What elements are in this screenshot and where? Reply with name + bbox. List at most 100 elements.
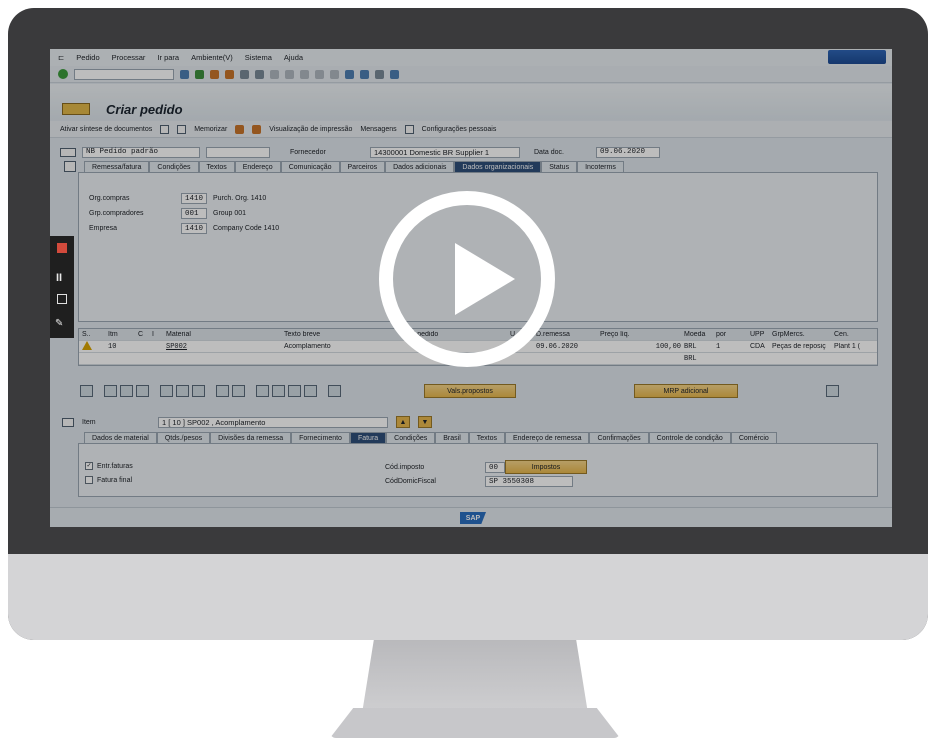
sort-ascending-icon[interactable] — [256, 385, 269, 397]
info-icon[interactable] — [404, 124, 414, 134]
help-icon[interactable] — [375, 69, 384, 79]
pricing-icon[interactable] — [328, 385, 341, 397]
other-order-icon[interactable] — [177, 124, 187, 134]
menu-ajuda[interactable]: Ajuda — [284, 53, 303, 62]
print-preview-button[interactable]: Visualização de impressão — [269, 126, 352, 133]
tab-status[interactable]: Status — [541, 161, 578, 172]
account-icon[interactable] — [232, 385, 245, 397]
col-header[interactable]: UPP — [747, 331, 769, 338]
create-icon[interactable] — [160, 124, 170, 134]
org-value-field[interactable]: 001 — [181, 208, 207, 219]
table-cell[interactable]: 100,00 — [597, 343, 681, 351]
table-cell[interactable]: Acomplamento — [281, 343, 401, 350]
save-icon[interactable] — [180, 69, 189, 79]
inv-receipt-checkbox[interactable]: ✓ — [85, 462, 93, 470]
tab-condicoes[interactable]: Condições — [149, 161, 199, 172]
first-page-icon[interactable] — [285, 69, 294, 79]
table-cell[interactable]: Plant 1 ( — [831, 343, 871, 350]
tab-parceiros[interactable]: Parceiros — [339, 161, 386, 172]
stop-icon[interactable] — [57, 243, 67, 253]
item-collapse-icon[interactable] — [62, 417, 74, 427]
tab-remessa-fatura[interactable]: Remessa/fatura — [84, 161, 150, 172]
copy-icon[interactable] — [136, 385, 149, 397]
col-header[interactable]: Cen. — [831, 331, 871, 338]
mrp-button[interactable]: MRP adicional — [634, 384, 738, 398]
header-collapse-icon[interactable] — [64, 161, 76, 172]
menu-sistema[interactable]: Sistema — [245, 53, 272, 62]
print-list-icon[interactable] — [176, 385, 189, 397]
menu-icon[interactable]: ⊏ — [58, 53, 64, 62]
tab-confirmacoes[interactable]: Confirmações — [589, 432, 649, 443]
menu-pedido[interactable]: Pedido — [76, 53, 99, 62]
col-header[interactable]: Preço líq. — [597, 331, 681, 338]
expand-icon[interactable] — [826, 385, 839, 397]
tab-dados-material[interactable]: Dados de material — [84, 432, 157, 443]
menu-processar[interactable]: Processar — [112, 53, 146, 62]
col-header[interactable]: Material — [163, 331, 281, 338]
select-all-icon[interactable] — [104, 385, 117, 397]
tab-textos-item[interactable]: Textos — [468, 432, 505, 443]
tab-endereco-remessa[interactable]: Endereço de remessa — [505, 432, 590, 443]
block-icon[interactable] — [216, 385, 229, 397]
pause-icon[interactable]: II — [56, 272, 62, 284]
exit-icon[interactable] — [210, 69, 219, 79]
table-cell[interactable]: 1 — [713, 343, 747, 351]
table-cell[interactable]: 09.06.2020 — [533, 343, 597, 351]
table-cell[interactable]: BRL — [681, 355, 713, 363]
personal-settings-button[interactable]: Configurações pessoais — [422, 126, 497, 133]
col-header[interactable]: C — [135, 331, 149, 338]
table-cell[interactable]: BRL — [681, 343, 713, 351]
new-session-icon[interactable] — [345, 69, 354, 79]
order-number-field[interactable] — [206, 146, 270, 158]
print-icon[interactable] — [240, 69, 249, 79]
menu-ambiente[interactable]: Ambiente(V) — [191, 53, 233, 62]
pen-icon[interactable]: ✎ — [55, 318, 63, 329]
tab-dados-organizacionais[interactable]: Dados organizacionais — [454, 161, 542, 172]
details-icon[interactable] — [80, 385, 93, 397]
doc-overview-button[interactable]: Ativar síntese de documentos — [60, 126, 152, 133]
tab-comunicacao[interactable]: Comunicação — [280, 161, 340, 172]
next-item-icon[interactable]: ▼ — [418, 416, 432, 428]
col-header[interactable]: Moeda — [681, 331, 713, 338]
trash-icon[interactable] — [57, 294, 67, 304]
table-cell[interactable]: 10 — [105, 343, 135, 351]
proposals-button[interactable]: Vals.propostos — [424, 384, 516, 398]
messages-button[interactable]: Mensagens — [360, 126, 396, 133]
col-header[interactable]: GrpMercs. — [769, 331, 831, 338]
find-next-icon[interactable] — [270, 69, 279, 79]
tab-controle-condicao[interactable]: Controle de condição — [648, 432, 731, 443]
back-icon[interactable] — [195, 69, 204, 79]
hold-button[interactable]: Memorizar — [194, 126, 227, 133]
previous-item-icon[interactable]: ▲ — [396, 416, 410, 428]
table-cell[interactable]: Peças de reposiç — [769, 343, 831, 350]
tab-textos[interactable]: Textos — [198, 161, 235, 172]
tax-code-input[interactable]: 00 — [485, 462, 505, 473]
menu-ir-para[interactable]: Ir para — [157, 53, 179, 62]
tab-fatura[interactable]: Fatura — [349, 432, 387, 443]
tab-condicoes-item[interactable]: Condições — [386, 432, 436, 443]
org-value-field[interactable]: 1410 — [181, 223, 207, 234]
supplier-field[interactable]: 14300001 Domestic BR Supplier 1 — [370, 146, 520, 158]
delete-icon[interactable] — [160, 385, 173, 397]
tab-qtds-pesos[interactable]: Qtds./pesos — [156, 432, 211, 443]
col-header[interactable]: por — [713, 331, 747, 338]
tab-incoterms[interactable]: Incoterms — [577, 161, 624, 172]
taxes-button[interactable]: Impostos — [505, 460, 587, 474]
tab-comercio[interactable]: Comércio — [730, 432, 777, 443]
col-header[interactable]: Itm — [105, 331, 135, 338]
table-cell[interactable]: SP002 — [163, 343, 281, 351]
table-cell[interactable]: CDA — [747, 343, 769, 350]
tab-divisoes-remessa[interactable]: Divisões da remessa — [210, 432, 292, 443]
deselect-all-icon[interactable] — [120, 385, 133, 397]
print-preview-icon[interactable] — [252, 124, 262, 134]
tab-endereco[interactable]: Endereço — [234, 161, 281, 172]
tax-jurisdiction-input[interactable]: SP 3550308 — [485, 476, 573, 487]
col-header[interactable]: Texto breve — [281, 331, 401, 338]
col-header[interactable]: S.. — [79, 331, 105, 338]
play-button[interactable] — [379, 191, 555, 367]
shortcut-icon[interactable] — [360, 69, 369, 79]
final-invoice-checkbox[interactable] — [85, 476, 93, 484]
check-icon[interactable] — [235, 124, 245, 134]
tab-brasil[interactable]: Brasil — [435, 432, 469, 443]
order-type-select[interactable]: NB Pedido padrão — [82, 146, 200, 158]
